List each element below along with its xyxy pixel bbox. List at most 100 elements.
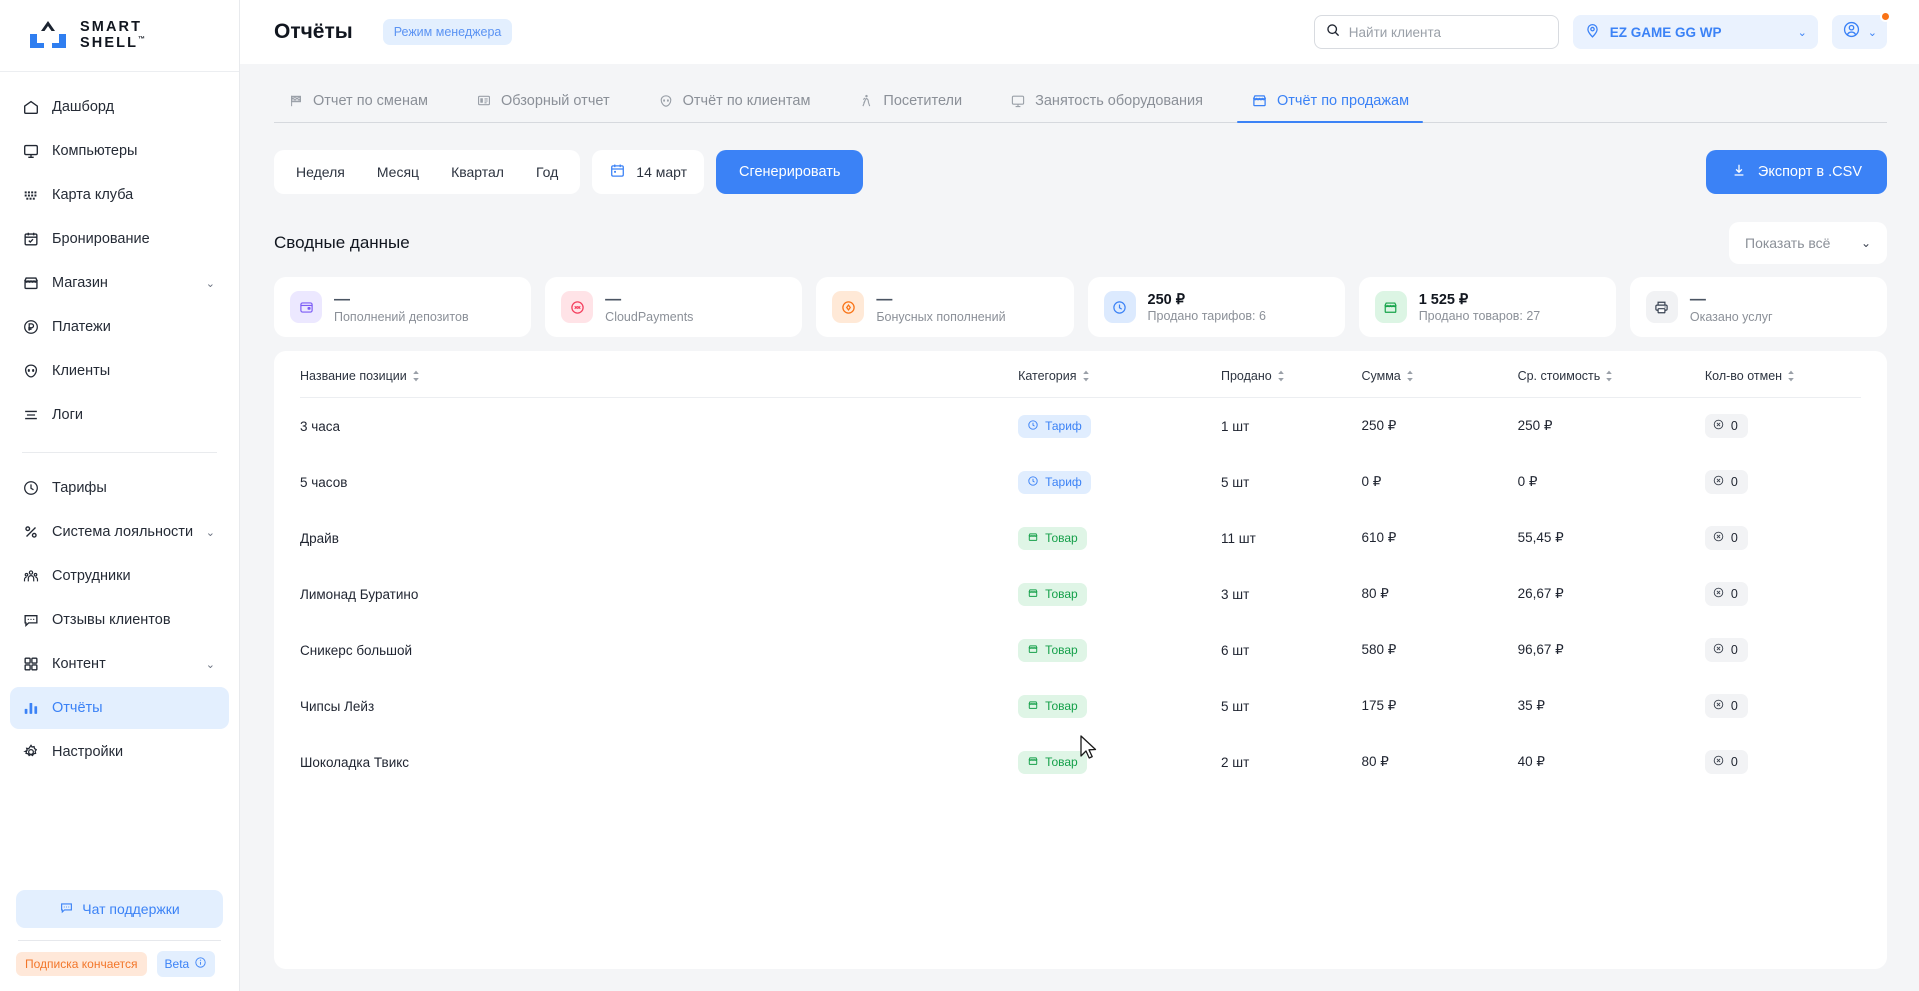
- column-header-sum[interactable]: Сумма: [1361, 351, 1518, 398]
- presentation-icon: [476, 93, 492, 109]
- cell-sum: 0 ₽: [1361, 474, 1382, 489]
- summary-card-value: 250 ₽: [1147, 291, 1185, 308]
- table-row[interactable]: 3 часа Тариф 1 шт 250 ₽ 250 ₽ 0: [300, 398, 1861, 455]
- calendar-icon: [609, 162, 626, 182]
- shop-icon: [1027, 531, 1039, 546]
- summary-card-goods: 1 525 ₽ Продано товаров: 27: [1358, 277, 1616, 337]
- column-header-name[interactable]: Название позиции: [300, 351, 1019, 398]
- subscription-expiring-badge[interactable]: Подписка кончается: [16, 952, 147, 976]
- tab-overview-report[interactable]: Обзорный отчет: [462, 93, 624, 122]
- sidebar-item-payments[interactable]: Платежи: [10, 306, 229, 348]
- support-chat-button[interactable]: Чат поддержки: [16, 890, 223, 928]
- cancel-circle-icon: [1712, 754, 1725, 770]
- sidebar-item-computers[interactable]: Компьютеры: [10, 130, 229, 172]
- table-row[interactable]: Чипсы Лейз Товар 5 шт 175 ₽ 35 ₽ 0: [300, 678, 1861, 734]
- manager-mode-badge: Режим менеджера: [382, 19, 513, 45]
- footer-divider: [18, 940, 221, 941]
- period-week-button[interactable]: Неделя: [280, 155, 361, 189]
- column-label: Ср. стоимость: [1517, 369, 1601, 383]
- brand-line-1: SMART: [80, 19, 143, 36]
- column-header-sold[interactable]: Продано: [1220, 351, 1362, 398]
- tab-sales-report[interactable]: Отчёт по продажам: [1237, 92, 1424, 123]
- account-menu[interactable]: ⌄: [1831, 11, 1891, 49]
- sidebar-item-club-map[interactable]: Карта клуба: [10, 174, 229, 216]
- cell-name: Шоколадка Твикс: [300, 754, 410, 770]
- club-selector[interactable]: EZ GAME GG WP ⌄: [1572, 15, 1818, 49]
- export-csv-label: Экспорт в .CSV: [1757, 164, 1862, 180]
- show-all-select[interactable]: Показать всё ⌄: [1729, 222, 1887, 264]
- sort-icon[interactable]: [412, 370, 420, 382]
- nav-group-secondary: Тарифы Система лояльности ⌄ Сотрудники О…: [0, 463, 239, 779]
- sidebar-item-label: Тарифы: [52, 480, 107, 496]
- search-icon: [1325, 22, 1341, 43]
- sidebar-item-tariffs[interactable]: Тарифы: [10, 467, 229, 509]
- sidebar-item-booking[interactable]: Бронирование: [10, 218, 229, 260]
- sidebar-item-staff[interactable]: Сотрудники: [10, 555, 229, 597]
- tab-clients-report[interactable]: Отчёт по клиентам: [644, 93, 825, 122]
- chat-icon: [22, 611, 52, 629]
- cancel-badge: 0: [1704, 694, 1748, 718]
- sort-icon[interactable]: [1787, 370, 1795, 382]
- chevron-down-icon[interactable]: ⌄: [1861, 236, 1871, 250]
- sidebar-item-clients[interactable]: Клиенты: [10, 350, 229, 392]
- period-year-button[interactable]: Год: [520, 155, 574, 189]
- shop-icon: [1027, 587, 1039, 602]
- chevron-down-icon[interactable]: ⌄: [206, 526, 215, 539]
- export-csv-button[interactable]: Экспорт в .CSV: [1705, 150, 1887, 194]
- sidebar-item-reports[interactable]: Отчёты: [10, 687, 229, 729]
- chevron-down-icon[interactable]: ⌄: [1798, 26, 1807, 39]
- info-icon[interactable]: [194, 956, 207, 972]
- client-search[interactable]: [1313, 15, 1559, 49]
- category-chip: Тариф: [1018, 470, 1091, 494]
- search-input[interactable]: [1348, 24, 1548, 40]
- chevron-down-icon[interactable]: ⌄: [206, 658, 215, 671]
- sort-icon[interactable]: [1605, 370, 1613, 382]
- cell-sum: 80 ₽: [1361, 754, 1389, 769]
- generate-button[interactable]: Сгенерировать: [716, 150, 864, 194]
- category-chip: Товар: [1018, 638, 1087, 662]
- table-row[interactable]: Драйв Товар 11 шт 610 ₽ 55,45 ₽ 0: [300, 510, 1861, 566]
- tab-visitors[interactable]: Посетители: [844, 93, 976, 122]
- chevron-down-icon[interactable]: ⌄: [1868, 26, 1877, 39]
- table-row[interactable]: Лимонад Буратино Товар 3 шт 80 ₽ 26,67 ₽ 0: [300, 566, 1861, 622]
- sort-icon[interactable]: [1406, 370, 1414, 382]
- beta-badge[interactable]: Beta: [156, 951, 216, 977]
- tab-equipment-usage[interactable]: Занятость оборудования: [996, 93, 1217, 122]
- sort-icon[interactable]: [1082, 370, 1090, 382]
- column-header-avg-price[interactable]: Ср. стоимость: [1517, 351, 1705, 398]
- sidebar-item-settings[interactable]: Настройки: [10, 731, 229, 773]
- clock-icon: [1027, 419, 1039, 434]
- sidebar-item-reviews[interactable]: Отзывы клиентов: [10, 599, 229, 641]
- content-area: Отчет по сменам Обзорный отчет Отчёт по …: [240, 64, 1919, 991]
- date-picker[interactable]: 14 март: [592, 150, 705, 194]
- column-header-cancels[interactable]: Кол-во отмен: [1704, 351, 1861, 398]
- period-quarter-button[interactable]: Квартал: [435, 155, 520, 189]
- table-row[interactable]: 5 часов Тариф 5 шт 0 ₽ 0 ₽ 0: [300, 454, 1861, 510]
- main-area: Отчёты Режим менеджера EZ GAME GG WP ⌄: [240, 0, 1919, 991]
- sidebar-item-loyalty[interactable]: Система лояльности ⌄: [10, 511, 229, 553]
- summary-cards: — Пополнений депозитов — CloudPayments —…: [274, 277, 1888, 337]
- app-root: SMART SHELL™ Дашборд Компьютеры Карта кл…: [0, 0, 1919, 991]
- date-value: 14 март: [636, 164, 688, 180]
- brand-logo[interactable]: SMART SHELL™: [0, 0, 239, 72]
- beta-label: Beta: [164, 957, 190, 971]
- sort-icon[interactable]: [1277, 370, 1285, 382]
- period-month-button[interactable]: Месяц: [361, 155, 435, 189]
- column-header-category[interactable]: Категория: [1018, 351, 1221, 398]
- ruble-circle-icon: [22, 318, 52, 336]
- cell-cancels: 0: [1704, 622, 1861, 678]
- table-row[interactable]: Сникерс большой Товар 6 шт 580 ₽ 96,67 ₽ 0: [300, 622, 1861, 678]
- sidebar-item-logs[interactable]: Логи: [10, 394, 229, 436]
- sidebar-item-shop[interactable]: Магазин ⌄: [10, 262, 229, 304]
- sidebar-item-content[interactable]: Контент ⌄: [10, 643, 229, 685]
- category-label: Товар: [1045, 587, 1078, 601]
- summary-card-label: Продано тарифов: 6: [1147, 309, 1266, 324]
- category-chip: Товар: [1018, 750, 1087, 774]
- cell-sold: 2 шт: [1220, 754, 1250, 770]
- sidebar-item-dashboard[interactable]: Дашборд: [10, 86, 229, 128]
- chevron-down-icon[interactable]: ⌄: [206, 277, 215, 290]
- tab-shift-report[interactable]: Отчет по сменам: [274, 93, 442, 122]
- summary-card-label: Оказано услуг: [1689, 310, 1773, 324]
- shop-icon: [1027, 699, 1039, 714]
- table-row[interactable]: Шоколадка Твикс Товар 2 шт 80 ₽ 40 ₽ 0: [300, 734, 1861, 790]
